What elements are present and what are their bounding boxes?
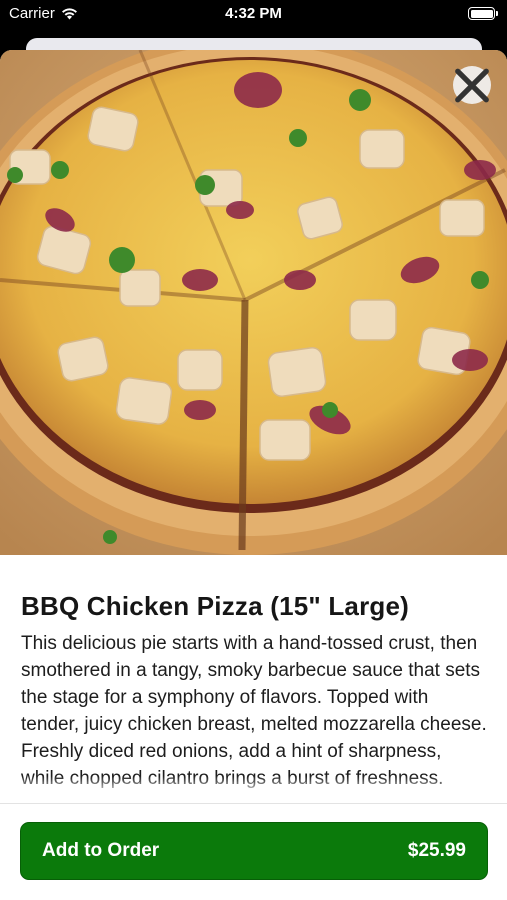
item-photo (0, 50, 507, 555)
battery-icon (468, 7, 498, 20)
close-icon (455, 68, 489, 102)
close-button[interactable] (453, 66, 491, 104)
item-detail-sheet: BBQ Chicken Pizza (15" Large) This delic… (0, 50, 507, 900)
status-bar: Carrier 4:32 PM (0, 0, 507, 30)
status-time: 4:32 PM (225, 5, 282, 22)
footer-divider (0, 803, 507, 804)
add-to-order-button[interactable]: Add to Order $25.99 (20, 822, 488, 880)
item-description: This delicious pie starts with a hand-to… (21, 633, 487, 789)
item-price: $25.99 (407, 840, 466, 861)
pizza-illustration (0, 50, 507, 555)
item-title: BBQ Chicken Pizza (15" Large) (21, 591, 410, 621)
item-details: BBQ Chicken Pizza (15" Large) This delic… (21, 590, 487, 800)
add-to-order-label: Add to Order (42, 840, 160, 861)
description-fade (21, 776, 487, 800)
item-description-container[interactable]: This delicious pie starts with a hand-to… (21, 630, 487, 800)
